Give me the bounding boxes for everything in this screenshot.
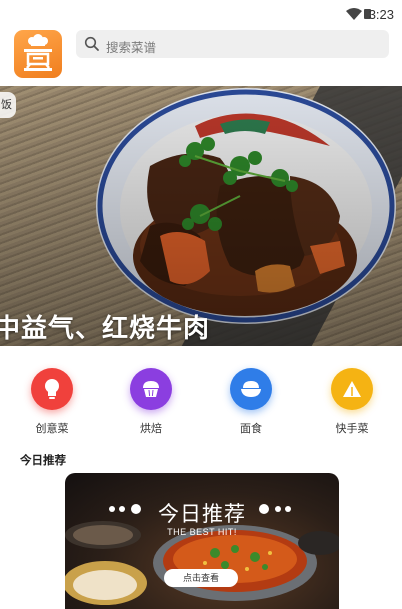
view-details-button[interactable]: 点击查看 [164,569,238,587]
today-card-subtitle: THE BEST HIT! [167,527,237,537]
category-noodles[interactable]: 面食 [211,368,291,436]
search-input[interactable]: 搜索菜谱 [76,30,389,58]
today-card-title: 今日推荐 [158,503,246,526]
today-recommend-card[interactable]: 今日推荐 THE BEST HIT! 点击查看 [65,473,339,609]
app-logo[interactable] [14,30,62,78]
status-bar: 3:23 [0,0,402,28]
category-label: 面食 [240,423,262,435]
rice-bowl-icon [230,368,272,410]
cupcake-icon [130,368,172,410]
search-icon [84,36,99,51]
banner-caption: 中益气、红烧牛肉 [0,313,211,343]
banner-shade [0,86,402,346]
category-row: 创意菜 烘焙 面食 快手菜 [0,350,402,445]
wifi-icon [346,8,362,20]
category-label: 创意菜 [35,423,69,435]
hero-banner[interactable]: 饭 中益气、红烧牛肉 [0,86,402,346]
lightbulb-icon [31,368,73,410]
triangle-sandwich-icon [331,368,373,410]
category-creative[interactable]: 创意菜 [12,368,92,436]
section-title-today: 今日推荐 [20,455,66,467]
app-header: 搜索菜谱 [0,28,402,86]
search-placeholder: 搜索菜谱 [106,41,157,55]
category-label: 快手菜 [335,423,369,435]
today-dish-image [65,504,339,605]
category-quick[interactable]: 快手菜 [312,368,392,436]
category-label: 烘焙 [140,423,162,435]
banner-prev-label: 饭 [0,92,16,118]
chef-hat-icon [24,34,52,71]
status-time: 3:23 [368,7,394,22]
category-baking[interactable]: 烘焙 [111,368,191,436]
